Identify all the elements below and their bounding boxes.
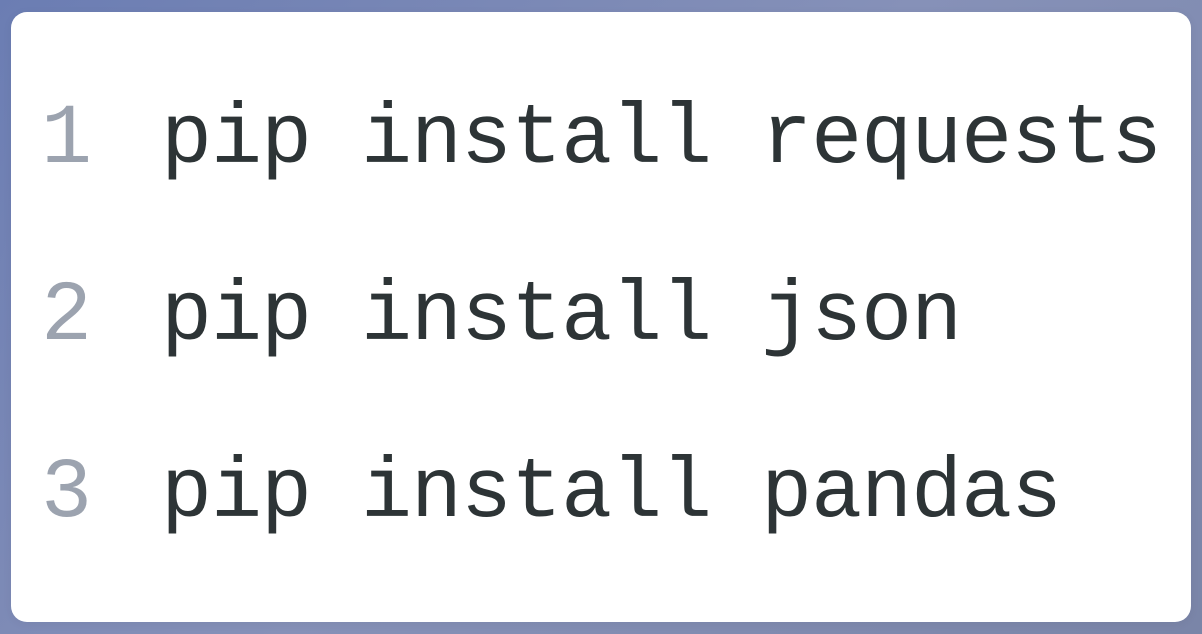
code-text[interactable]: pip install pandas [161, 443, 1061, 545]
code-block[interactable]: 1 pip install requests 2 pip install jso… [11, 12, 1191, 622]
line-number: 2 [41, 266, 161, 368]
code-line: 3 pip install pandas [41, 443, 1141, 545]
code-text[interactable]: pip install json [161, 266, 961, 368]
code-line: 1 pip install requests [41, 89, 1141, 191]
code-text[interactable]: pip install requests [161, 89, 1161, 191]
line-number: 1 [41, 89, 161, 191]
code-line: 2 pip install json [41, 266, 1141, 368]
line-number: 3 [41, 443, 161, 545]
